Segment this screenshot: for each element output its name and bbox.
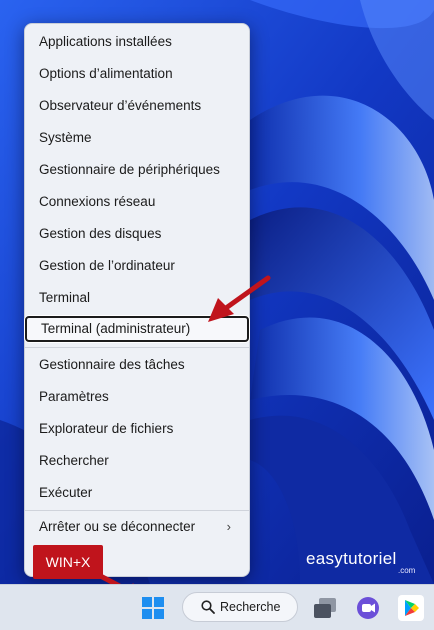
menu-item-event-viewer[interactable]: Observateur d’événements bbox=[39, 93, 241, 119]
menu-item-search[interactable]: Rechercher bbox=[39, 448, 241, 474]
annotation-arrow-icon bbox=[208, 275, 271, 322]
menu-separator bbox=[25, 347, 249, 348]
menu-item-label: Arrêter ou se déconnecter bbox=[39, 519, 196, 534]
search-icon bbox=[201, 600, 215, 614]
menu-item-settings[interactable]: Paramètres bbox=[39, 384, 241, 410]
taskbar-search-box[interactable]: Recherche bbox=[182, 592, 298, 622]
play-store-icon[interactable] bbox=[398, 595, 424, 621]
menu-item-file-explorer[interactable]: Explorateur de fichiers bbox=[39, 416, 241, 442]
shortcut-label: WIN+X bbox=[33, 545, 103, 579]
menu-item-device-manager[interactable]: Gestionnaire de périphériques bbox=[39, 157, 241, 183]
watermark-logo: easytutoriel .com bbox=[306, 549, 415, 575]
menu-item-disk-management[interactable]: Gestion des disques bbox=[39, 221, 241, 247]
menu-item-network-connections[interactable]: Connexions réseau bbox=[39, 189, 241, 215]
menu-item-system[interactable]: Système bbox=[39, 125, 241, 151]
watermark-brand: easytutoriel bbox=[306, 549, 397, 568]
menu-item-installed-apps[interactable]: Applications installées bbox=[39, 29, 241, 55]
menu-item-task-manager[interactable]: Gestionnaire des tâches bbox=[39, 352, 241, 378]
chevron-right-icon: › bbox=[226, 519, 231, 534]
task-view-icon[interactable] bbox=[312, 596, 338, 620]
menu-separator bbox=[25, 510, 249, 511]
search-label: Recherche bbox=[220, 600, 281, 614]
meet-icon[interactable] bbox=[356, 596, 380, 620]
menu-item-shutdown-signout[interactable]: Arrêter ou se déconnecter › bbox=[39, 514, 241, 540]
menu-item-run[interactable]: Exécuter bbox=[39, 480, 241, 506]
menu-item-power-options[interactable]: Options d’alimentation bbox=[39, 61, 241, 87]
windows-start-icon[interactable] bbox=[142, 597, 164, 619]
taskbar: Recherche bbox=[0, 584, 434, 630]
watermark-domain: .com bbox=[398, 566, 416, 575]
